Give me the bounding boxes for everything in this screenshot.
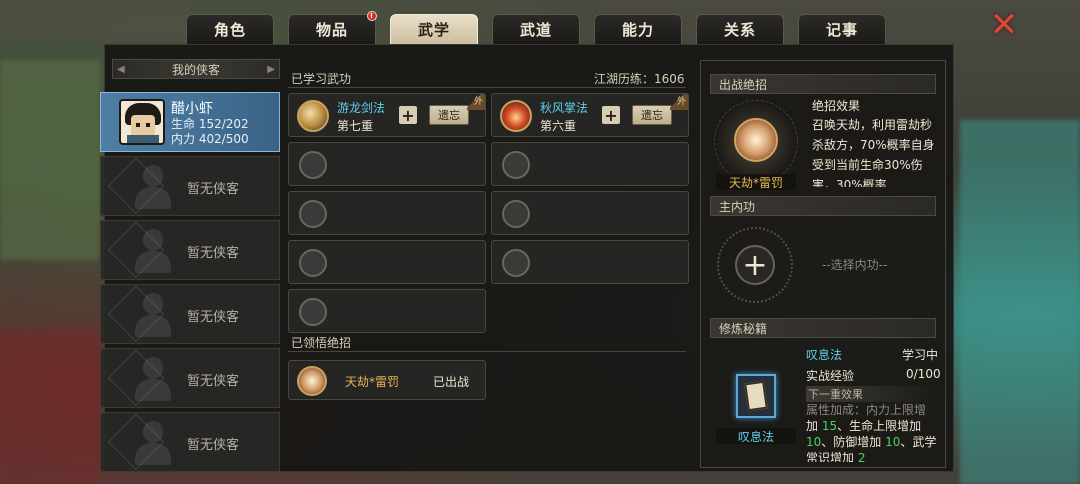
hero-card-empty[interactable]: 暂无侠客 <box>100 156 280 216</box>
silhouette-icon <box>133 229 173 273</box>
ultimate-status: 已出战 <box>433 375 470 389</box>
upgrade-button[interactable]: + <box>602 106 620 125</box>
hero-card-selected[interactable]: 醋小虾 生命 152/202 内力 402/500 <box>100 92 280 152</box>
forget-button[interactable]: 遗忘 <box>632 105 672 125</box>
thunder-icon <box>734 118 778 162</box>
book-status: 学习中 <box>902 348 939 362</box>
empty-skill-slot[interactable] <box>491 240 689 284</box>
book-name: 叹息法 <box>806 348 843 362</box>
hero-card-empty[interactable]: 暂无侠客 <box>100 220 280 280</box>
notice-badge: ! <box>367 11 377 21</box>
divider <box>288 87 686 88</box>
divider <box>288 351 686 352</box>
empty-skill-slot[interactable] <box>288 289 486 333</box>
cultivation-header: 修炼秘籍 <box>710 318 936 338</box>
book-icon <box>736 374 776 418</box>
ultimates-title: 已领悟绝招 <box>291 336 352 350</box>
avatar <box>119 99 165 145</box>
background-water <box>960 120 1080 484</box>
exp-value: 0/100 <box>906 367 941 381</box>
exp-label: 实战经验 <box>806 369 855 383</box>
hero-card-empty[interactable]: 暂无侠客 <box>100 412 280 472</box>
sword-icon <box>297 100 329 132</box>
empty-skill-slot[interactable] <box>288 142 486 186</box>
choose-inner-text[interactable]: --选择内功-- <box>822 256 887 273</box>
hero-card-empty[interactable]: 暂无侠客 <box>100 348 280 408</box>
book-label: 叹息法 <box>716 428 796 444</box>
external-tag: 外 <box>670 94 688 110</box>
next-effect-text: 属性加成：内力上限增 加 15、生命上限增加 10、防御增加 10、武学常识增加… <box>806 403 937 462</box>
hero-card-empty[interactable]: 暂无侠客 <box>100 284 280 344</box>
empty-skill-slot[interactable] <box>288 191 486 235</box>
effect-title: 绝招效果 <box>812 99 861 113</box>
hero-mp: 内力 402/500 <box>171 132 249 146</box>
inner-header: 主内功 <box>710 196 936 216</box>
skill-slot[interactable]: 游龙剑法 第七重 + 遗忘 外 <box>288 93 486 137</box>
ultimate-slot[interactable]: 天劫*雷罚 已出战 <box>288 360 486 400</box>
empty-skill-slot[interactable] <box>288 240 486 284</box>
right-arrow-icon[interactable]: ▶ <box>267 64 275 75</box>
tab-journal[interactable]: 记事 <box>798 14 886 44</box>
battle-ult-icon-area[interactable]: 天劫*雷罚 <box>712 100 800 190</box>
skill-level: 第七重 <box>337 119 374 133</box>
silhouette-icon <box>133 165 173 209</box>
skill-slot[interactable]: 秋风掌法 第六重 + 遗忘 外 <box>491 93 689 137</box>
learned-title: 已学习武功 <box>291 72 352 86</box>
palm-icon <box>500 100 532 132</box>
left-arrow-icon[interactable]: ◀ <box>117 64 125 75</box>
forget-button[interactable]: 遗忘 <box>429 105 469 125</box>
thunder-icon <box>297 366 327 396</box>
ultimate-name: 天劫*雷罚 <box>345 375 400 389</box>
skill-name: 秋风掌法 <box>540 101 589 115</box>
tab-martial-arts[interactable]: 武学 <box>390 14 478 44</box>
tab-abilities[interactable]: 能力 <box>594 14 682 44</box>
tab-character[interactable]: 角色 <box>186 14 274 44</box>
add-inner-button[interactable]: + <box>735 245 775 285</box>
jianghu-experience: 江湖历练：1606 <box>594 72 685 86</box>
empty-skill-slot[interactable] <box>491 191 689 235</box>
tab-wudao[interactable]: 武道 <box>492 14 580 44</box>
hero-list-header: ◀ 我的侠客 ▶ <box>112 59 280 79</box>
skill-name: 游龙剑法 <box>337 101 386 115</box>
tab-items[interactable]: 物品! <box>288 11 377 44</box>
effect-text: 召唤天劫，利用雷劫秒杀敌方，70%概率自身受到当前生命30%伤害，30%概率 <box>812 118 935 187</box>
background-wall <box>0 330 100 484</box>
empty-skill-slot[interactable] <box>491 142 689 186</box>
silhouette-icon <box>133 357 173 401</box>
upgrade-button[interactable]: + <box>399 106 417 125</box>
silhouette-icon <box>133 293 173 337</box>
hero-list-title: 我的侠客 <box>171 62 220 77</box>
tab-relations[interactable]: 关系 <box>696 14 784 44</box>
silhouette-icon <box>133 421 173 465</box>
close-icon[interactable]: ✕ <box>986 8 1022 44</box>
background-scene <box>0 60 100 260</box>
battle-ult-name: 天劫*雷罚 <box>716 174 796 190</box>
battle-ult-header: 出战绝招 <box>710 74 936 94</box>
external-tag: 外 <box>467 94 485 110</box>
skill-level: 第六重 <box>540 119 577 133</box>
book-area[interactable]: 叹息法 <box>712 346 800 446</box>
next-effect-label: 下一重效果 <box>806 386 936 402</box>
tab-bar: 角色 物品! 武学 武道 能力 关系 记事 <box>0 0 1080 46</box>
